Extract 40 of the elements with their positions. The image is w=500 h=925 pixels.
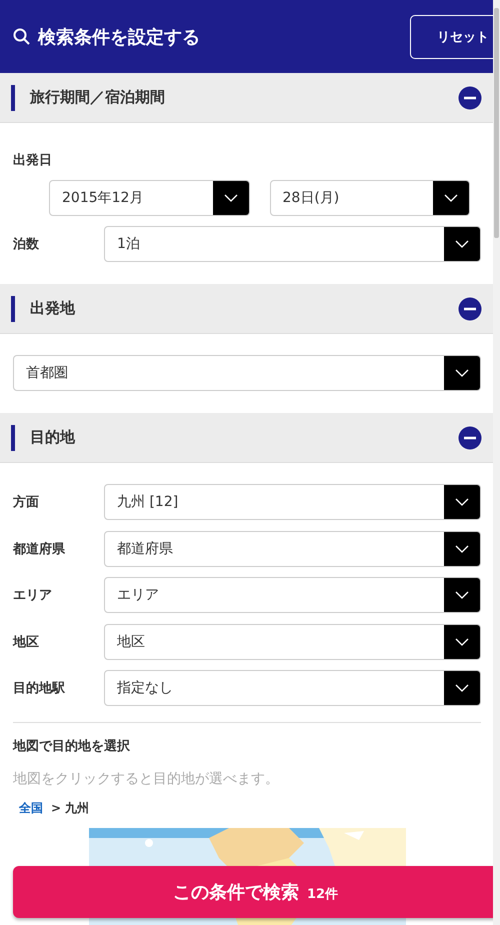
section-title: 目的地	[30, 428, 76, 447]
field-label: 目的地駅	[13, 680, 66, 697]
chevron-down-icon	[455, 544, 469, 552]
breadcrumb-current: > 九州	[51, 800, 90, 817]
collapse-toggle-icon[interactable]	[458, 86, 482, 110]
map-hint: 地図をクリックすると目的地が選べます。	[13, 770, 280, 788]
map-title: 地図で目的地を選択	[13, 738, 131, 755]
search-button[interactable]: この条件で検索 12件	[13, 866, 493, 918]
chevron-down-icon	[455, 498, 469, 506]
select-field[interactable]: 都道府県	[104, 530, 481, 566]
field-label: 地区	[13, 634, 40, 650]
collapse-toggle-icon[interactable]	[458, 426, 482, 450]
chevron-down-icon	[444, 194, 458, 202]
header-title: 検索条件を設定する	[38, 26, 201, 48]
search-icon	[12, 26, 32, 46]
field-label: エリア	[13, 587, 53, 604]
section-title: 旅行期間／宿泊期間	[30, 88, 166, 107]
select-field[interactable]: 28日(月)	[270, 180, 470, 216]
select-field[interactable]: 2015年12月	[49, 180, 250, 216]
field-label: 泊数	[13, 236, 40, 253]
select-field[interactable]: 首都圏	[13, 355, 481, 391]
chevron-down-icon	[455, 369, 469, 377]
field-label: 方面	[13, 494, 40, 511]
chevron-down-icon	[455, 240, 469, 248]
breadcrumb-link[interactable]: 全国	[19, 800, 43, 817]
reset-button[interactable]: リセット	[410, 14, 493, 58]
field-label: 出発日	[13, 152, 53, 169]
select-field[interactable]: 地区	[104, 624, 481, 660]
select-field[interactable]: 1泊	[104, 226, 481, 262]
chevron-down-icon	[455, 684, 469, 692]
chevron-down-icon	[455, 591, 469, 599]
select-field[interactable]: 指定なし	[104, 670, 481, 706]
chevron-down-icon	[224, 194, 238, 202]
chevron-down-icon	[455, 638, 469, 646]
select-field[interactable]: 九州 [12]	[104, 484, 481, 520]
select-field[interactable]: エリア	[104, 577, 481, 613]
section-title: 出発地	[30, 299, 76, 318]
scrollbar[interactable]	[493, 0, 500, 925]
field-label: 都道府県	[13, 540, 66, 558]
collapse-toggle-icon[interactable]	[458, 296, 482, 320]
